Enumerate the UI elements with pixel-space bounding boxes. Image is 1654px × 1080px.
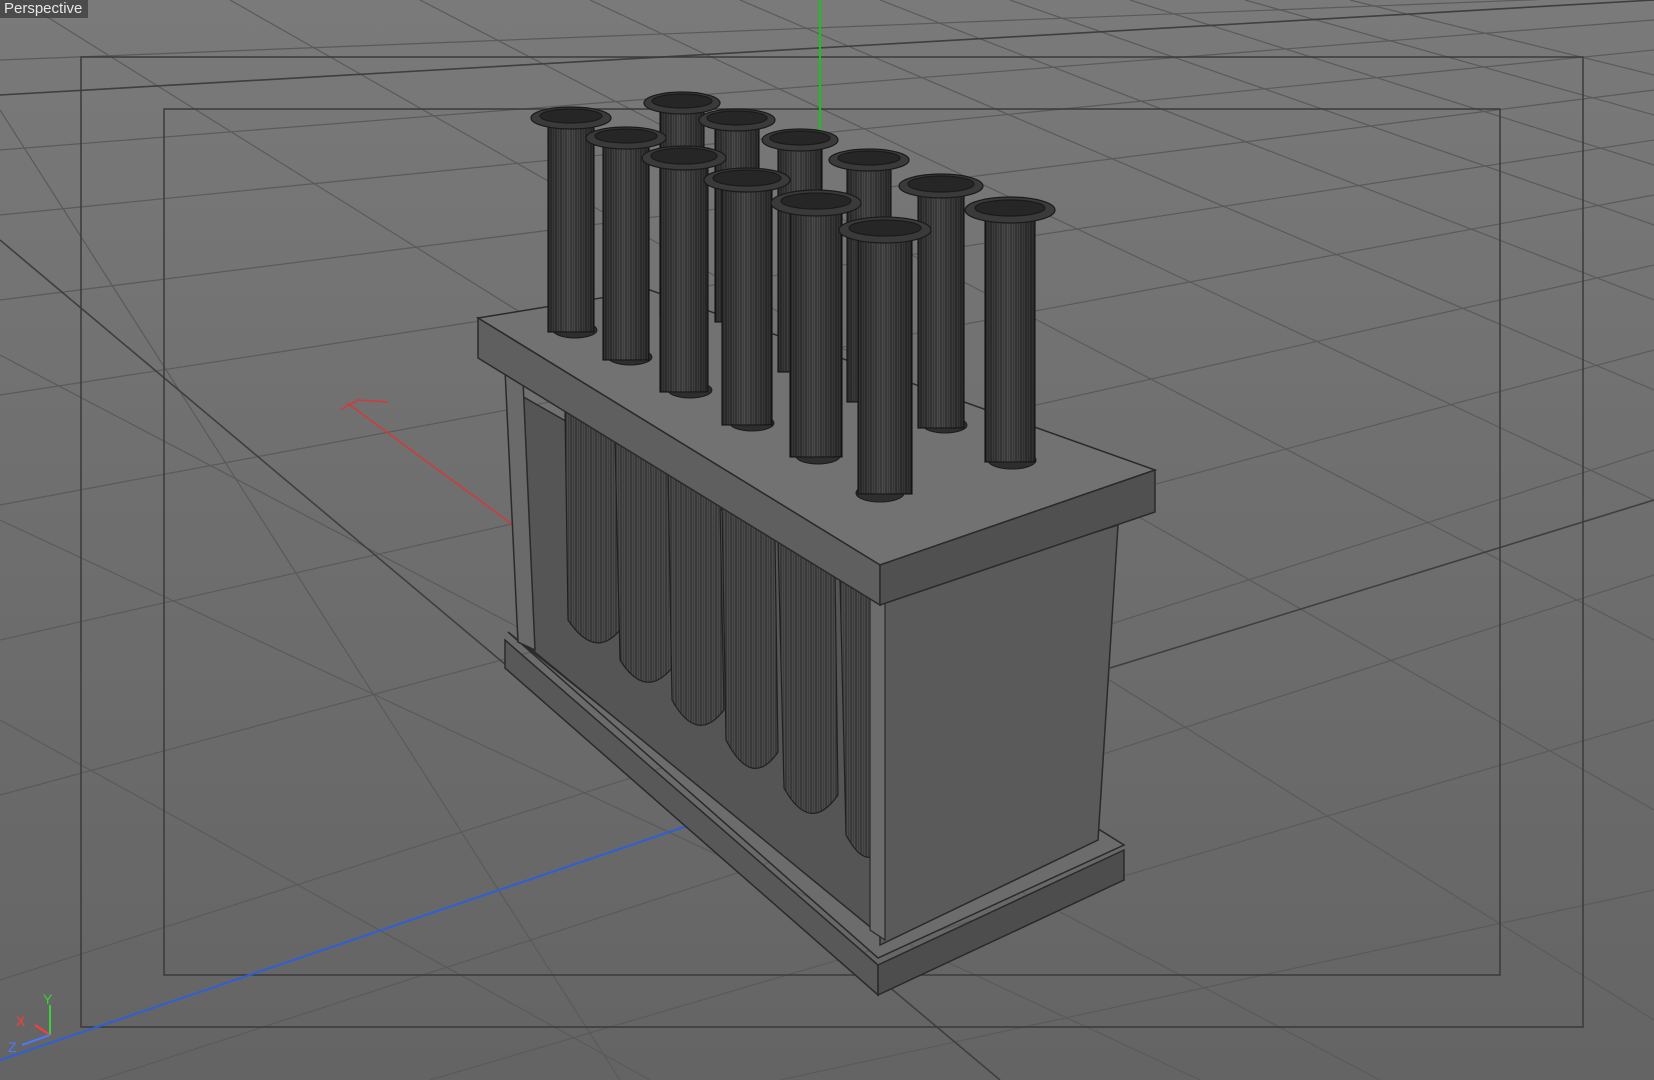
- test-tube-rack[interactable]: [475, 91, 1158, 997]
- perspective-viewport[interactable]: Y X Z Perspective: [0, 0, 1654, 1080]
- world-x-axis: [346, 402, 521, 531]
- rack-right-post: [869, 594, 886, 942]
- gizmo-x-label: X: [16, 1013, 26, 1029]
- axis-gizmo: Y X Z: [8, 991, 53, 1055]
- gizmo-y-label: Y: [43, 991, 53, 1007]
- viewport-canvas[interactable]: Y X Z: [0, 0, 1654, 1080]
- gizmo-x-axis: [34, 1024, 51, 1036]
- world-x-axis-tick: [339, 399, 389, 411]
- viewport-title[interactable]: Perspective: [0, 0, 89, 18]
- world-z-axis: [0, 824, 691, 1061]
- gizmo-z-label: Z: [8, 1039, 17, 1055]
